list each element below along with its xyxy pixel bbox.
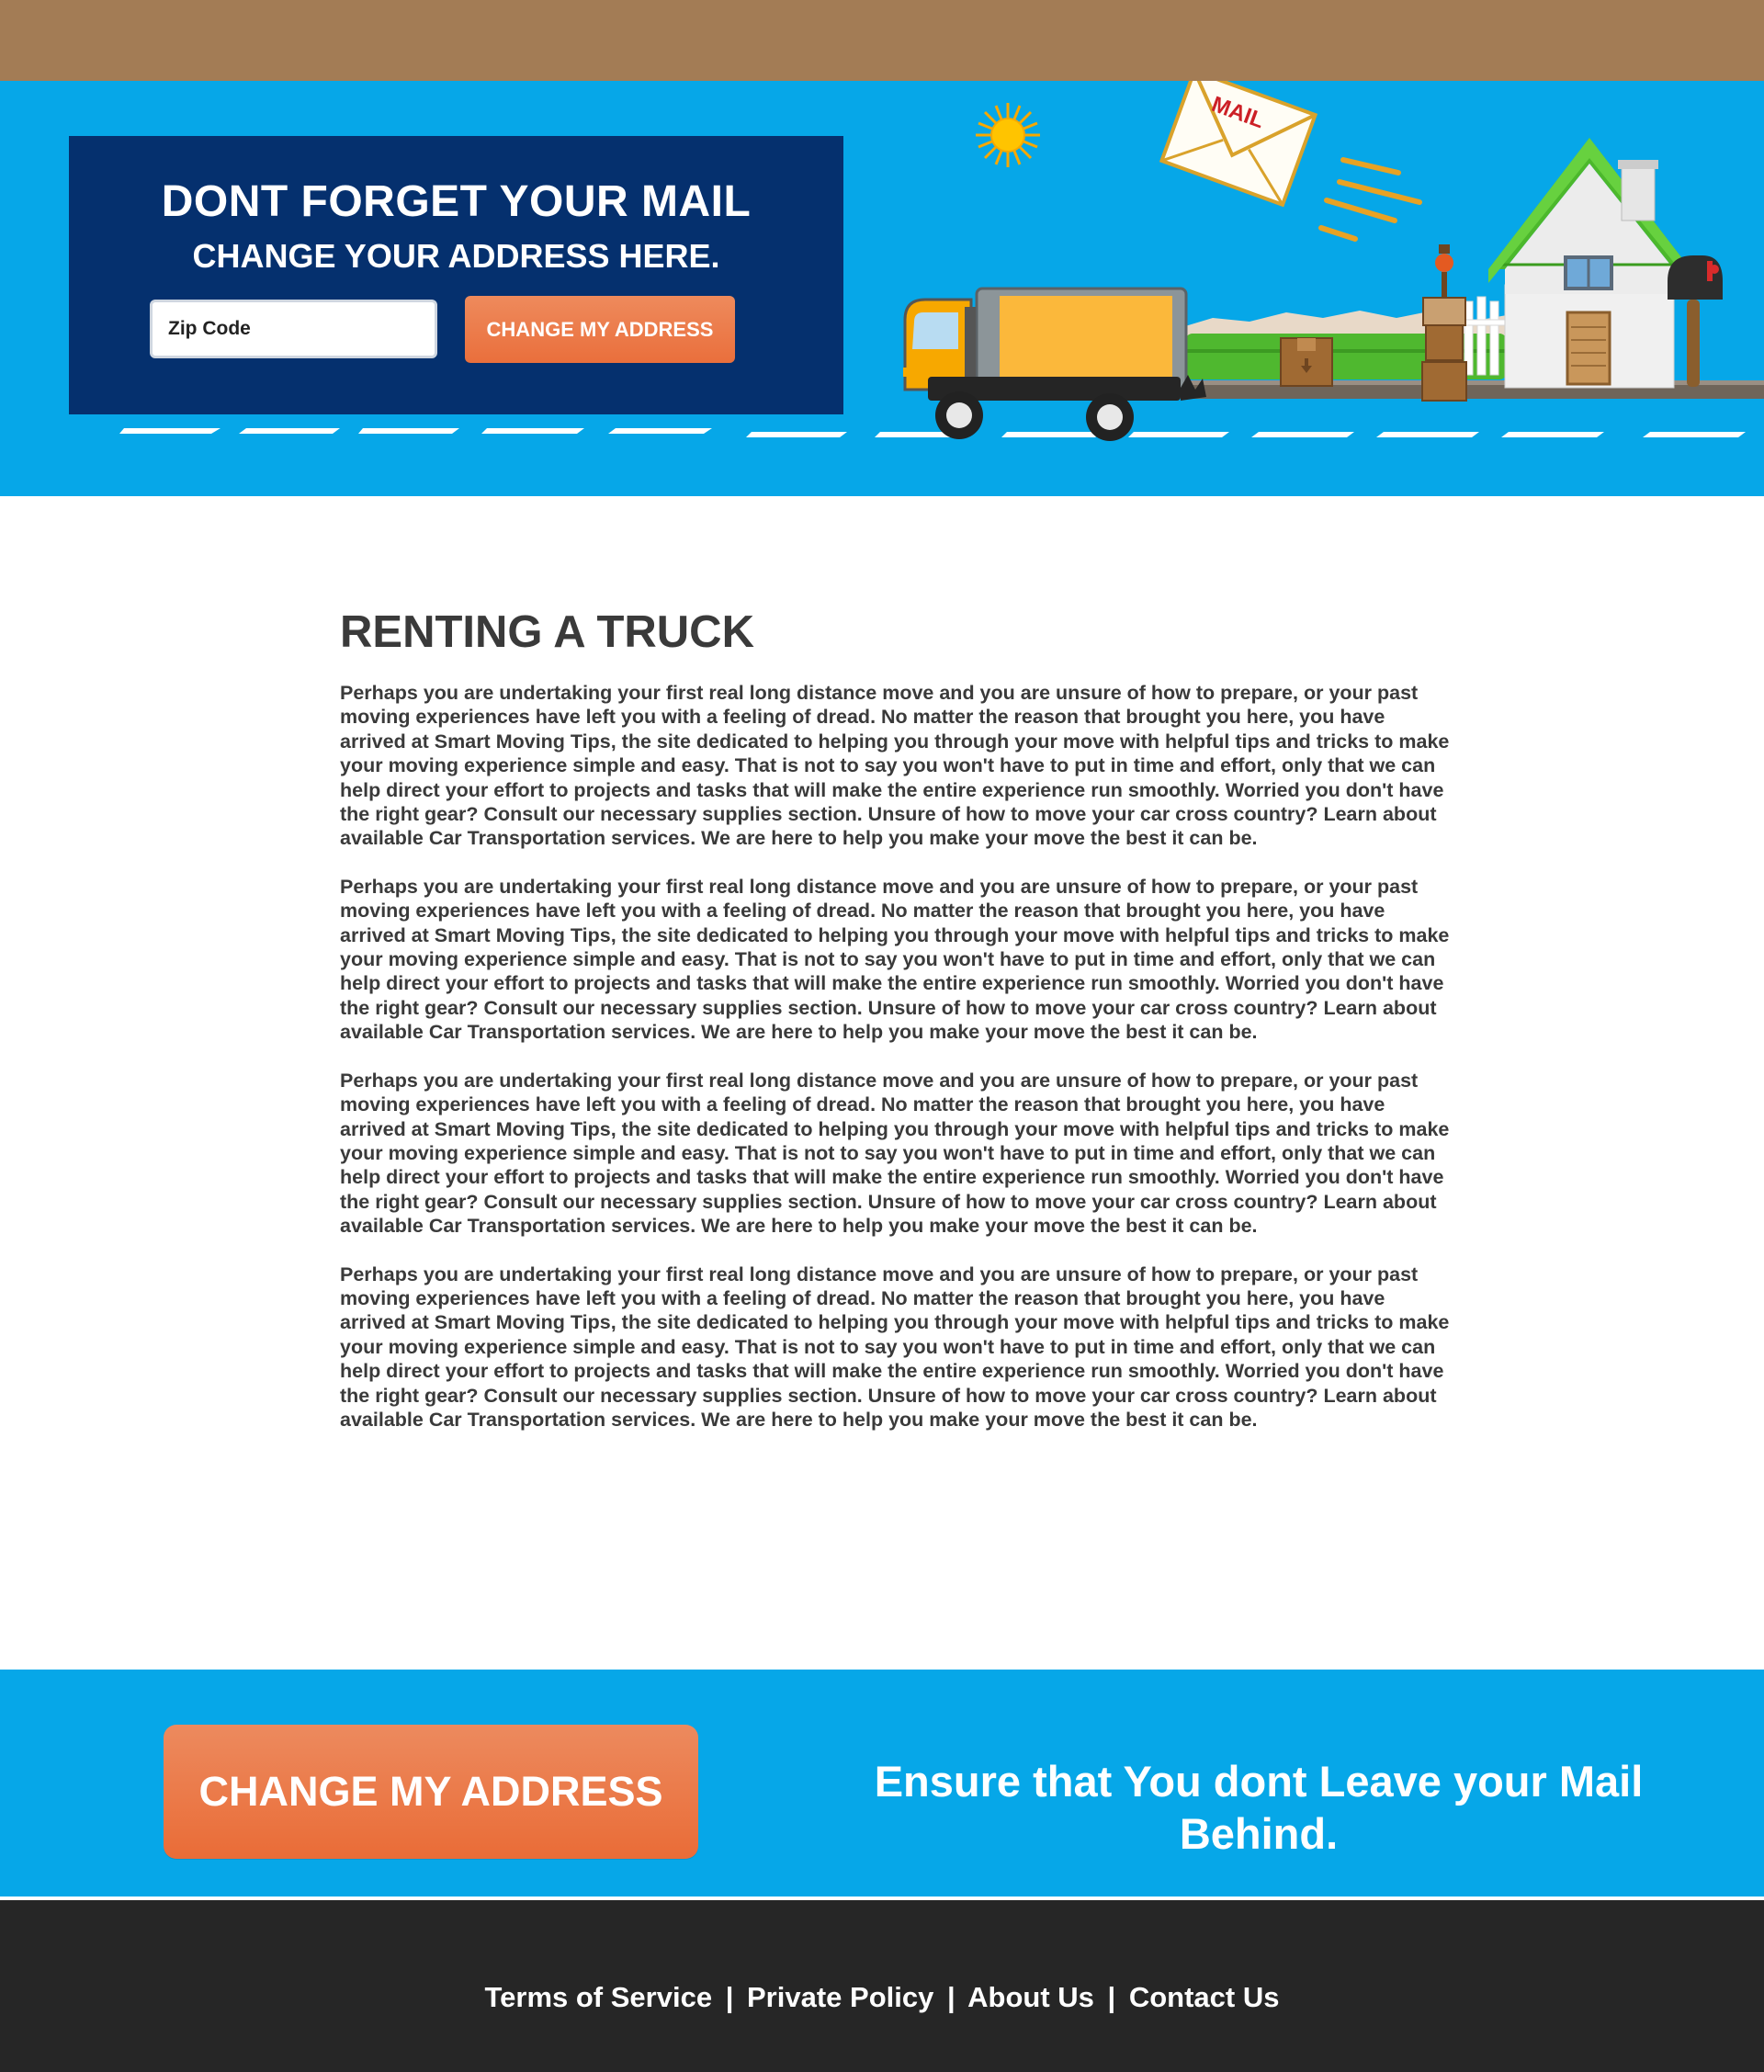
footer-separator: | <box>1107 1981 1116 2013</box>
sun-icon <box>976 103 1040 167</box>
house-icon <box>1488 138 1690 389</box>
hero-title: DONT FORGET YOUR MAIL <box>161 177 752 226</box>
cta-change-address-button[interactable]: CHANGE MY ADDRESS <box>164 1725 698 1859</box>
article-paragraph: Perhaps you are undertaking your first r… <box>340 1069 1450 1238</box>
footer-links: Terms of Service | Private Policy | Abou… <box>0 1981 1764 2014</box>
hero-subtitle: CHANGE YOUR ADDRESS HERE. <box>192 237 720 275</box>
hero-banner: MAIL DONT FORGET YOUR MAIL CHANGE YOUR A… <box>0 81 1764 496</box>
footer-separator: | <box>946 1981 956 2013</box>
article-paragraph: Perhaps you are undertaking your first r… <box>340 682 1450 850</box>
article-heading: RENTING A TRUCK <box>340 607 754 657</box>
moving-truck-icon <box>903 287 1206 441</box>
cta-tagline: Ensure that You dont Leave your Mail Beh… <box>874 1757 1644 1858</box>
footer-link-terms[interactable]: Terms of Service <box>485 1981 713 2013</box>
change-address-panel: DONT FORGET YOUR MAIL CHANGE YOUR ADDRES… <box>69 136 843 414</box>
cta-band: CHANGE MY ADDRESS Ensure that You dont L… <box>0 1670 1764 1897</box>
footer-link-about[interactable]: About Us <box>967 1981 1094 2013</box>
hero-change-address-button[interactable]: CHANGE MY ADDRESS <box>465 296 735 363</box>
article-paragraph: Perhaps you are undertaking your first r… <box>340 875 1450 1044</box>
footer: Terms of Service | Private Policy | Abou… <box>0 1900 1764 2072</box>
footer-separator: | <box>725 1981 734 2013</box>
cardboard-box-icon <box>1280 337 1333 387</box>
article: RENTING A TRUCK Perhaps you are undertak… <box>340 606 1452 1455</box>
footer-link-privacy[interactable]: Private Policy <box>747 1981 933 2013</box>
mailbox-icon <box>1668 255 1723 387</box>
mail-envelope-icon: MAIL <box>1159 81 1318 208</box>
top-bar <box>0 0 1764 81</box>
road-markings <box>119 428 1746 437</box>
article-paragraph: Perhaps you are undertaking your first r… <box>340 1262 1450 1431</box>
footer-link-contact[interactable]: Contact Us <box>1129 1981 1280 2013</box>
zip-code-input[interactable] <box>150 300 437 358</box>
